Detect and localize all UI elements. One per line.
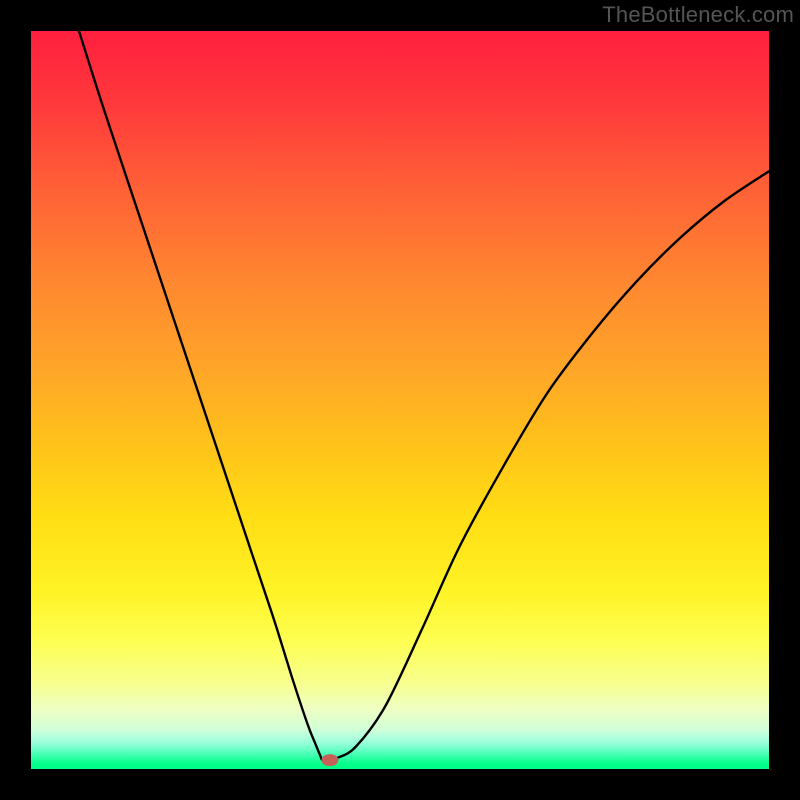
optimum-marker (321, 754, 338, 766)
curve-line (79, 31, 769, 761)
bottleneck-chart (31, 31, 769, 769)
plot-area (31, 31, 769, 769)
chart-frame: TheBottleneck.com (0, 0, 800, 800)
watermark-text: TheBottleneck.com (602, 2, 794, 28)
